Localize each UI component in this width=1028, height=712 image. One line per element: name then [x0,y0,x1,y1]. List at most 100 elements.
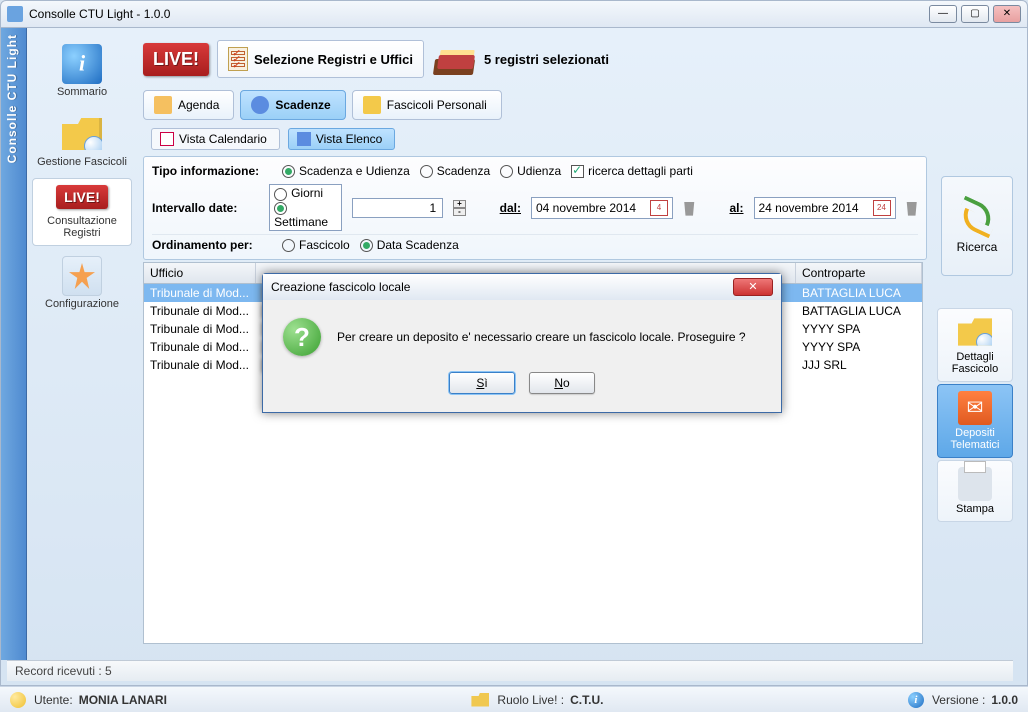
col-ufficio[interactable]: Ufficio [144,263,256,283]
action-stampa[interactable]: Stampa [937,460,1013,522]
sidebar-item-gestione-fascicoli[interactable]: Gestione Fascicoli [32,108,132,174]
tab-scadenze[interactable]: Scadenze [240,90,345,120]
info-icon: i [908,692,924,708]
date-to-input[interactable] [759,201,869,215]
status-label: Versione : [932,693,985,707]
button-label: Selezione Registri e Uffici [254,52,413,67]
cell-controparte: YYYY SPA [796,320,922,338]
minimize-button[interactable]: — [929,5,957,23]
calendar-from-icon[interactable]: 4 [650,200,668,216]
tab-agenda[interactable]: Agenda [143,90,234,120]
cell-controparte: JJJ SRL [796,356,922,374]
sidebar-item-consultazione-registri[interactable]: LIVE! Consultazione Registri [32,178,132,246]
status-utente: MONIA LANARI [79,693,167,707]
radio-ord-data[interactable]: Data Scadenza [360,238,459,252]
dialog-title: Creazione fascicolo locale [271,280,410,294]
tab-fascicoli-personali[interactable]: Fascicoli Personali [352,90,502,120]
printer-icon [958,467,992,501]
books-icon [432,43,476,75]
selezione-registri-button[interactable]: Selezione Registri e Uffici [217,40,424,78]
clear-to-icon[interactable] [906,200,918,216]
cell-ufficio: Tribunale di Mod... [144,338,256,356]
dialog-creazione-fascicolo: Creazione fascicolo locale ✕ ? Per crear… [262,273,782,413]
subtab-label: Vista Elenco [316,132,383,146]
action-label: Depositi Telematici [940,427,1010,451]
col-controparte[interactable]: Controparte [796,263,922,283]
tab-label: Agenda [178,98,219,112]
al-label: al: [729,201,743,215]
status-label: Utente: [34,693,73,707]
clear-from-icon[interactable] [683,200,695,216]
subtab-vista-calendario[interactable]: Vista Calendario [151,128,280,150]
records-footer: Record ricevuti : 5 [7,660,1013,681]
dialog-message: Per creare un deposito e' necessario cre… [337,330,746,344]
date-from-input[interactable] [536,201,646,215]
sidebar-item-label: Gestione Fascicoli [36,156,128,168]
sidebar-item-configurazione[interactable]: Configurazione [32,250,132,316]
agenda-icon [154,96,172,114]
folder-search-icon [62,114,102,154]
subtab-label: Vista Calendario [179,132,267,146]
action-dettagli-fascicolo[interactable]: Dettagli Fascicolo [937,308,1013,382]
calendar-to-icon[interactable]: 24 [873,200,891,216]
sidebar-item-label: Consultazione Registri [37,215,127,239]
clock-icon [251,96,269,114]
status-versione: 1.0.0 [991,693,1018,707]
dialog-close-button[interactable]: ✕ [733,278,773,296]
app-icon [7,6,23,22]
settings-icon [62,256,102,296]
info-icon [62,44,102,84]
cell-controparte: BATTAGLIA LUCA [796,302,922,320]
vertical-app-strip: Consolle CTU Light [1,28,27,660]
list-icon [297,132,311,146]
tab-label: Scadenze [275,98,330,112]
question-icon: ? [283,318,321,356]
radio-settimane[interactable]: Settimane [274,201,337,229]
action-label: Dettagli Fascicolo [940,351,1010,375]
ordinamento-label: Ordinamento per: [152,238,272,252]
tab-label: Fascicoli Personali [387,98,487,112]
sidebar-item-sommario[interactable]: Sommario [32,38,132,104]
radio-scadenza[interactable]: Scadenza [420,164,490,178]
filter-panel: Tipo informazione: Scadenza e Udienza Sc… [143,156,927,260]
intervallo-spinner[interactable]: +- [453,200,465,216]
live-badge: LIVE! [143,43,209,76]
live-icon: LIVE! [55,185,109,213]
registri-count: 5 registri selezionati [484,52,609,67]
intervallo-label: Intervallo date: [152,201,259,215]
action-label: Stampa [940,503,1010,515]
ricerca-label: Ricerca [957,240,998,254]
cell-controparte: YYYY SPA [796,338,922,356]
envelope-icon [958,391,992,425]
maximize-button[interactable]: ▢ [961,5,989,23]
dialog-yes-button[interactable]: Sì [449,372,515,394]
cell-ufficio: Tribunale di Mod... [144,356,256,374]
user-icon [10,692,26,708]
intervallo-value[interactable]: 1 [352,198,443,218]
window-close-button[interactable]: ✕ [993,5,1021,23]
top-toolbar: LIVE! Selezione Registri e Uffici 5 regi… [137,36,1019,90]
tipo-label: Tipo informazione: [152,164,272,178]
radio-scadenza-udienza[interactable]: Scadenza e Udienza [282,164,410,178]
checkbox-ricerca-dettagli[interactable]: ricerca dettagli parti [571,164,693,178]
sidebar-item-label: Configurazione [36,298,128,310]
title-bar: Consolle CTU Light - 1.0.0 — ▢ ✕ [0,0,1028,28]
ricerca-button[interactable]: Ricerca [941,176,1013,276]
action-depositi-telematici[interactable]: Depositi Telematici [937,384,1013,458]
folder-search-icon [958,315,992,349]
window-title: Consolle CTU Light - 1.0.0 [29,7,170,21]
calendar-icon [160,132,174,146]
cell-ufficio: Tribunale di Mod... [144,320,256,338]
subtab-vista-elenco[interactable]: Vista Elenco [288,128,396,150]
cell-controparte: BATTAGLIA LUCA [796,284,922,302]
refresh-icon [958,198,996,236]
radio-udienza[interactable]: Udienza [500,164,561,178]
folder-icon [471,693,489,707]
sidebar: Sommario Gestione Fascicoli LIVE! Consul… [27,28,137,660]
cell-ufficio: Tribunale di Mod... [144,302,256,320]
radio-giorni[interactable]: Giorni [274,186,337,200]
status-bar: Utente: MONIA LANARI Ruolo Live! : C.T.U… [0,686,1028,712]
sidebar-item-label: Sommario [36,86,128,98]
dialog-no-button[interactable]: No [529,372,595,394]
radio-ord-fascicolo[interactable]: Fascicolo [282,238,350,252]
